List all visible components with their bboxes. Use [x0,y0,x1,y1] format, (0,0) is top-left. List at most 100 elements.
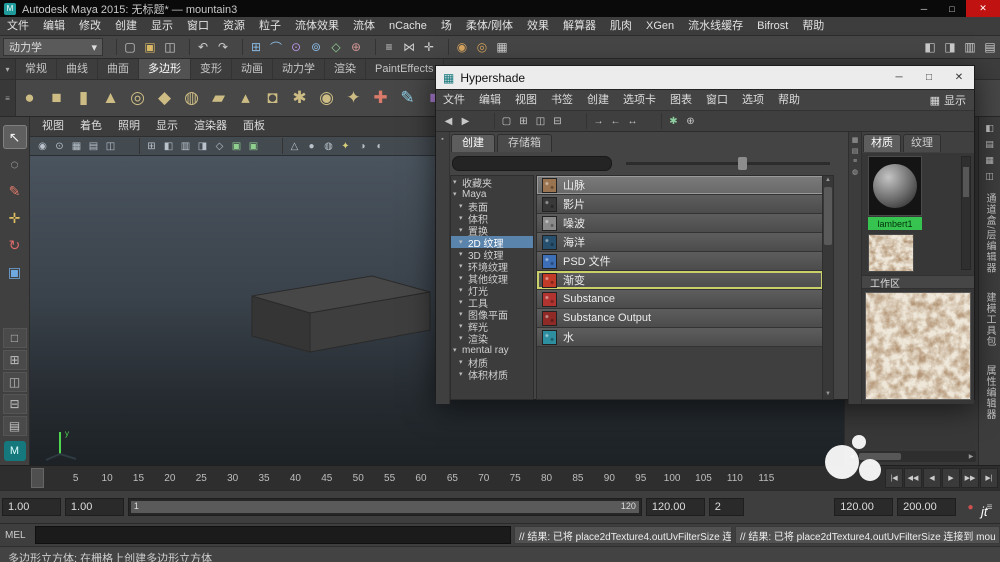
shelf-tab[interactable]: 动力学 [273,59,325,79]
timeline-tick[interactable]: 35 [248,473,279,484]
menu-item[interactable]: 效果 [520,17,556,35]
sort-icon[interactable]: ≡ [853,158,857,165]
category-row[interactable]: ▾ Maya [451,188,533,200]
hypershade-title-bar[interactable]: ▦ Hypershade ─ □ ✕ [436,66,974,89]
snap-view-plane-icon[interactable]: ⊚ [306,38,326,57]
panel-menu-item[interactable]: 视图 [34,117,72,136]
timeline-tick[interactable]: 80 [531,473,562,484]
auto-key-icon[interactable]: ● [962,499,979,515]
material-name-badge[interactable]: lambert1 [868,217,922,230]
menu-item[interactable]: 视图 [508,90,544,110]
menu-set-dropdown[interactable]: 动力学 ▾ [3,38,103,56]
field-chart-icon[interactable]: ◇ [211,138,228,154]
psd-file-texture-node[interactable]: PSD 文件 [537,252,823,271]
menu-item[interactable]: 修改 [72,17,108,35]
texture-swatch[interactable] [868,234,914,272]
range-slider-track[interactable] [130,501,639,513]
focus-frame-field[interactable]: 120.00 [834,498,894,516]
ipr-render-icon[interactable]: ◎ [472,38,492,57]
minimize-button[interactable]: ─ [910,0,938,17]
minimize-button[interactable]: ─ [884,66,914,89]
swatch-view-icon[interactable]: ▦ [852,136,859,144]
shadows-icon[interactable]: ◑ [354,138,371,154]
textured-icon[interactable]: ◍ [320,138,337,154]
rotate-tool-icon[interactable]: ↻ [3,233,27,257]
animation-preferences-icon[interactable]: ≡ [981,499,998,515]
bookmarks-icon[interactable]: ▤ [85,138,102,154]
noise-texture-node[interactable]: 噪波 [537,214,823,233]
save-scene-icon[interactable]: ◫ [160,38,180,57]
close-button[interactable]: ✕ [966,0,1000,17]
show-previous-graph-icon[interactable]: ⊕ [682,113,699,129]
step-back-frame-button[interactable]: ◀ [923,468,941,488]
back-icon[interactable]: ◀ [440,113,457,129]
hypershade-window[interactable]: ▦ Hypershade ─ □ ✕ 文件 编辑 视图 书签 创建 选项卡 图表 窗口 选项 帮助 ▦… [435,65,975,404]
movie-texture-node[interactable]: 影片 [537,195,823,214]
panel-menu-item[interactable]: 面板 [235,117,273,136]
menu-item[interactable]: 文件 [0,17,36,35]
timeline-tick[interactable]: 50 [343,473,374,484]
snap-point-icon[interactable]: ⊙ [286,38,306,57]
close-button[interactable]: ✕ [944,66,974,89]
gate-mask-icon[interactable]: ◨ [194,138,211,154]
move-tool-icon[interactable]: ✛ [3,206,27,230]
category-row[interactable]: ▾ 灯光 [451,284,533,298]
shaded-icon[interactable]: ● [303,138,320,154]
menu-item[interactable]: 柔体/刚体 [459,17,520,35]
output-connections-icon[interactable]: ← [607,113,624,129]
new-scene-icon[interactable]: ▢ [120,38,140,57]
menu-item[interactable]: 帮助 [771,90,807,110]
category-row[interactable]: ▾ 体积 [451,212,533,226]
timeline-tick[interactable]: 15 [123,473,154,484]
wireframe-icon[interactable]: △ [286,138,303,154]
scrollbar-thumb[interactable] [859,453,901,460]
category-row[interactable]: ▾ 辉光 [451,320,533,334]
paint-select-tool-icon[interactable]: ✎ [3,179,27,203]
horizontal-scrollbar[interactable]: ◀ ▶ [847,451,976,462]
workspace-texture-view[interactable] [865,292,971,400]
menu-item[interactable]: 创建 [108,17,144,35]
show-tool-settings-icon[interactable]: ◫ [981,168,998,184]
shelf-selector-icon[interactable]: ▾ [0,59,16,79]
menu-item[interactable]: 流体效果 [288,17,346,35]
collapse-create-bar-icon[interactable]: ▪ [441,136,443,143]
step-forward-frame-button[interactable]: ▶▶ [961,468,979,488]
timeline-tick[interactable]: 65 [437,473,468,484]
input-connections-icon[interactable]: → [590,113,607,129]
menu-item[interactable]: 编辑 [36,17,72,35]
category-row[interactable]: ▾ 表面 [451,200,533,214]
menu-item[interactable]: 解算器 [556,17,603,35]
menu-item[interactable]: 肌肉 [603,17,639,35]
vertical-scrollbar[interactable]: ▲ ▼ [822,176,833,399]
show-channel-box-icon[interactable]: ◧ [981,120,998,136]
hypershade-persp-layout-icon[interactable]: ▤ [2,416,27,436]
undo-icon[interactable]: ↶ [193,38,213,57]
scroll-right-icon[interactable]: ▶ [966,453,976,460]
material-swatch[interactable] [868,156,922,216]
construction-history-icon[interactable]: ✛ [419,38,439,57]
lock-camera-icon[interactable]: ⊙ [51,138,68,154]
menu-item[interactable]: XGen [639,17,681,35]
panel-menu-item[interactable]: 显示 [148,117,186,136]
four-pane-layout-icon[interactable]: ⊞ [2,350,27,370]
timeline-tick[interactable]: 110 [719,473,750,484]
menu-item[interactable]: 资源 [216,17,252,35]
menu-item[interactable]: 窗口 [180,17,216,35]
timeline-tick[interactable]: 5 [60,473,91,484]
substance-texture-node[interactable]: Substance [537,290,823,309]
category-row[interactable]: ▾ 其他纹理 [451,272,533,286]
snap-grid-icon[interactable]: ⊞ [246,38,266,57]
single-pane-layout-icon[interactable]: □ [2,328,27,348]
menu-item[interactable]: 显示 [144,17,180,35]
polygon-pipe-icon[interactable]: ◘ [259,84,286,112]
shelf-tab[interactable]: PaintEffects [366,59,444,79]
playback-start-field[interactable]: 1.00 [64,498,124,516]
timeline-tick[interactable]: 115 [751,473,782,484]
render-current-frame-icon[interactable]: ◉ [452,38,472,57]
film-gate-icon[interactable]: ◧ [160,138,177,154]
grid-toggle-icon[interactable]: ⊞ [143,138,160,154]
polygon-cube-icon[interactable]: ■ [43,84,70,112]
timeline-tick[interactable]: 105 [688,473,719,484]
timeline-tick[interactable]: 60 [405,473,436,484]
category-row[interactable]: ▾ 图像平面 [451,308,533,322]
